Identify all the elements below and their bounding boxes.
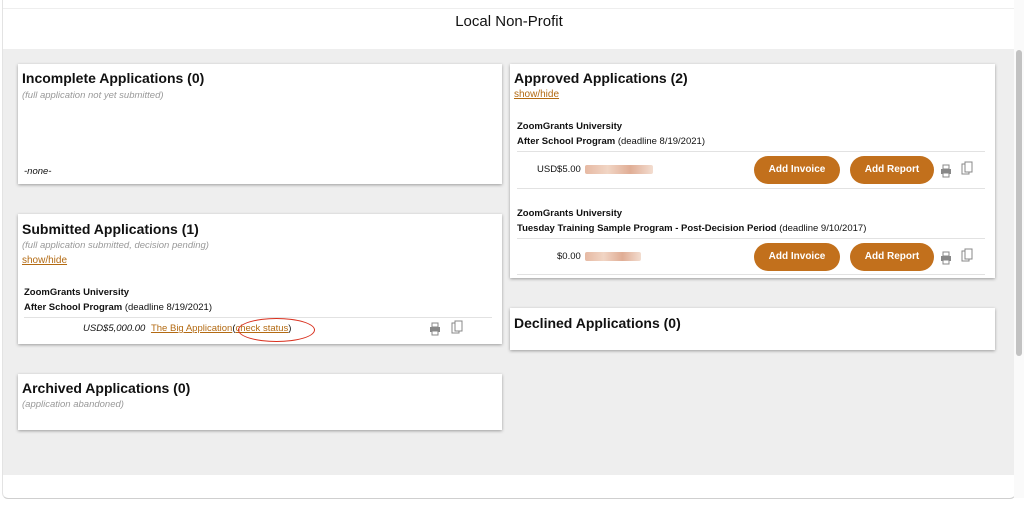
approved-show-hide-link[interactable]: show/hide <box>514 89 559 100</box>
approved-amount: USD$5.00 <box>537 164 581 175</box>
approved-program: After School Program <box>517 136 616 147</box>
declined-title: Declined Applications (0) <box>514 315 681 331</box>
incomplete-subtitle: (full application not yet submitted) <box>22 90 164 101</box>
submitted-amount: USD$5,000.00 <box>83 323 146 334</box>
add-invoice-button[interactable]: Add Invoice <box>754 243 840 271</box>
submitted-deadline: (deadline 8/19/2021) <box>124 302 212 313</box>
approved-amount: $0.00 <box>557 251 581 262</box>
top-divider <box>3 8 1015 9</box>
submitted-program-line: After School Program (deadline 8/19/2021… <box>24 302 212 313</box>
copy-icon[interactable] <box>451 320 463 334</box>
approved-program: Tuesday Training Sample Program - Post-D… <box>517 223 777 234</box>
add-report-button[interactable]: Add Report <box>850 243 934 271</box>
approved-deadline: (deadline 8/19/2021) <box>617 136 705 147</box>
archived-subtitle: (application abandoned) <box>22 399 124 410</box>
add-invoice-button[interactable]: Add Invoice <box>754 156 840 184</box>
application-link[interactable]: The Big Application <box>151 323 232 334</box>
approved-item-separator <box>517 188 985 189</box>
approved-applications-card: Approved Applications (2) show/hide Zoom… <box>510 64 995 278</box>
approved-item-separator <box>517 274 985 275</box>
incomplete-title: Incomplete Applications (0) <box>22 70 205 86</box>
scrollbar-thumb[interactable] <box>1016 50 1022 356</box>
submitted-program: After School Program <box>24 302 123 313</box>
submitted-show-hide-link[interactable]: show/hide <box>22 255 67 266</box>
approved-deadline: (deadline 9/10/2017) <box>779 223 867 234</box>
approved-organization: ZoomGrants University <box>517 208 623 219</box>
approved-row-divider <box>517 151 985 152</box>
archived-title: Archived Applications (0) <box>22 380 191 396</box>
redacted-link[interactable] <box>585 165 653 174</box>
incomplete-none-label: -none- <box>24 166 52 177</box>
approved-title: Approved Applications (2) <box>514 70 688 86</box>
printer-icon[interactable] <box>940 164 952 178</box>
declined-applications-card: Declined Applications (0) <box>510 308 995 350</box>
add-report-button[interactable]: Add Report <box>850 156 934 184</box>
copy-icon[interactable] <box>961 248 973 262</box>
redacted-link[interactable] <box>585 252 641 261</box>
approved-organization: ZoomGrants University <box>517 121 623 132</box>
approved-program-line: After School Program (deadline 8/19/2021… <box>517 136 705 147</box>
archived-applications-card: Archived Applications (0) (application a… <box>18 374 502 430</box>
check-status-link[interactable]: check status <box>235 323 288 334</box>
incomplete-applications-card: Incomplete Applications (0) (full applic… <box>18 64 502 184</box>
copy-icon[interactable] <box>961 161 973 175</box>
approved-row-divider <box>517 238 985 239</box>
submitted-subtitle: (full application submitted, decision pe… <box>22 240 209 251</box>
submitted-organization: ZoomGrants University <box>24 287 130 298</box>
printer-icon[interactable] <box>940 251 952 265</box>
organization-title: Local Non-Profit <box>455 13 563 30</box>
printer-icon[interactable] <box>429 322 441 336</box>
submitted-applications-card: Submitted Applications (1) (full applica… <box>18 214 502 344</box>
submitted-title: Submitted Applications (1) <box>22 221 199 237</box>
status-close-paren: ) <box>288 323 292 334</box>
submitted-row-divider <box>24 317 492 318</box>
approved-program-line: Tuesday Training Sample Program - Post-D… <box>517 223 866 234</box>
submitted-row: USD$5,000.00 The Big Application(check s… <box>83 323 291 334</box>
